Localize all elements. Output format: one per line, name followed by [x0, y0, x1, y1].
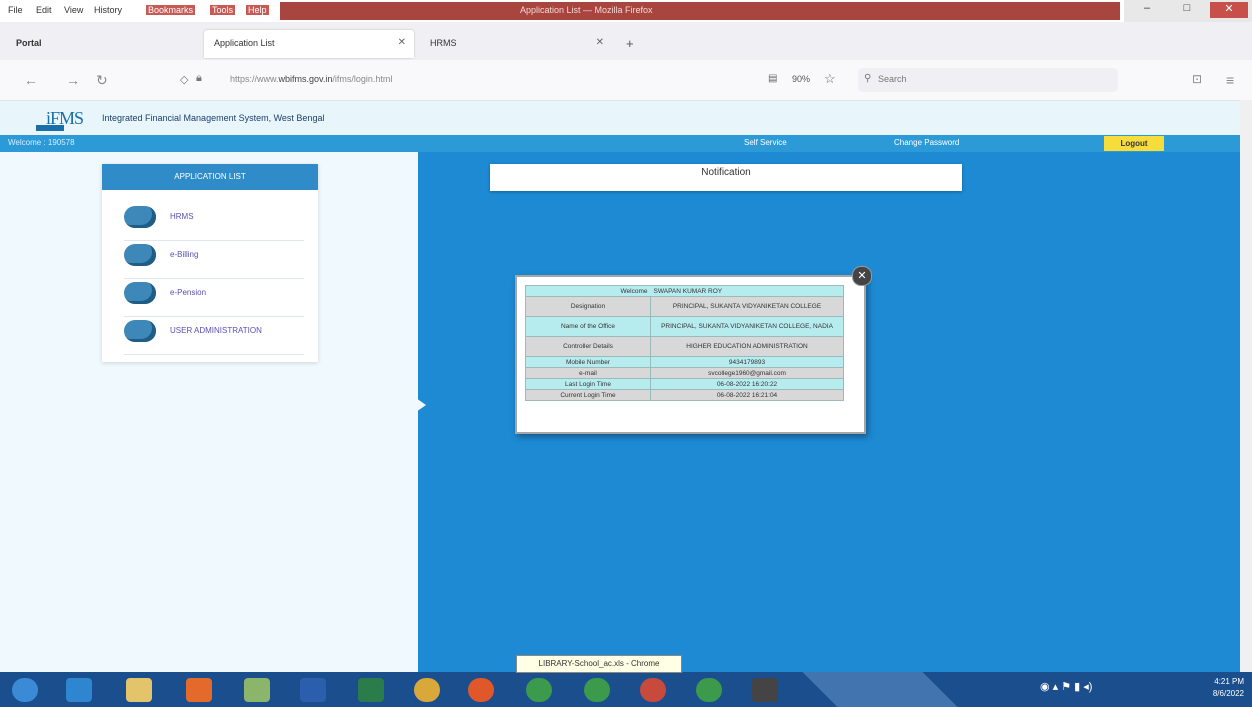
app-item-label: e-Billing	[170, 250, 199, 259]
menu-view[interactable]: View	[64, 5, 83, 15]
table-row: Designation PRINCIPAL, SUKANTA VIDYANIKE…	[525, 296, 844, 317]
address-bar[interactable]: ◇ 🔒︎ https://www.wbifms.gov.in/ifms/logi…	[180, 68, 740, 92]
search-icon: ⚲	[864, 73, 872, 84]
notification-box: Notification	[490, 164, 962, 191]
maximize-button[interactable]: □	[1168, 2, 1206, 18]
window-title-bar: Application List — Mozilla Firefox	[280, 2, 1120, 20]
tab-label: Portal	[16, 38, 42, 48]
paint-icon[interactable]	[244, 678, 270, 702]
app-item-hrms[interactable]: HRMS	[124, 204, 304, 241]
self-service-link[interactable]: Self Service	[744, 138, 787, 147]
menu-help[interactable]: Help	[246, 5, 269, 15]
app-bubble-icon	[124, 320, 156, 342]
zoom-level[interactable]: 90%	[792, 74, 810, 84]
app-header: iFMS Integrated Financial Management Sys…	[0, 101, 1252, 135]
app-window-icon[interactable]	[752, 678, 778, 702]
notification-title: Notification	[701, 167, 751, 178]
panel-pointer	[416, 398, 426, 412]
search-placeholder: Search	[878, 74, 907, 84]
menu-history[interactable]: History	[94, 5, 122, 15]
shield-icon: ◇	[180, 74, 189, 86]
table-row: Mobile Number 9434179893	[525, 356, 844, 368]
clock-date: 8/6/2022	[1212, 689, 1244, 698]
app-bubble-icon	[124, 244, 156, 266]
app-item-epension[interactable]: e-Pension	[124, 280, 304, 317]
chrome-icon[interactable]	[414, 678, 440, 702]
chrome-window-icon[interactable]	[584, 678, 610, 702]
logout-button[interactable]: Logout	[1104, 136, 1164, 151]
start-button-icon[interactable]	[12, 678, 38, 702]
firefox-icon[interactable]	[468, 678, 494, 702]
change-password-link[interactable]: Change Password	[894, 138, 959, 147]
system-tray[interactable]: ◉ ▴ ⚑ ▮ ◂)	[1040, 680, 1092, 693]
user-bar: Welcome : 190578 Self Service Change Pas…	[0, 135, 1252, 152]
window-title: Application List — Mozilla Firefox	[520, 5, 653, 15]
table-row: e-mail svcollege1960@gmail.com	[525, 367, 844, 379]
close-tab-icon[interactable]: ✕	[596, 37, 604, 48]
menu-tools[interactable]: Tools	[210, 5, 236, 15]
app-item-user-administration[interactable]: USER ADMINISTRATION	[124, 318, 304, 355]
app-item-label: HRMS	[170, 212, 194, 221]
tab-application-list[interactable]: Application List ✕	[204, 30, 414, 58]
close-window-button[interactable]: ✕	[1210, 2, 1248, 18]
taskbar-clock[interactable]: 4:21 PM 8/6/2022	[1200, 676, 1244, 700]
table-row: Controller Details HIGHER EDUCATION ADMI…	[525, 336, 844, 357]
tab-label: HRMS	[430, 38, 457, 48]
menu-file[interactable]: File	[8, 5, 23, 15]
chrome-window-icon[interactable]	[696, 678, 722, 702]
taskbar-tooltip: LIBRARY-School_ac.xls - Chrome	[516, 655, 682, 673]
excel-icon[interactable]	[358, 678, 384, 702]
table-row: Name of the Office PRINCIPAL, SUKANTA VI…	[525, 316, 844, 337]
chrome-window-icon[interactable]	[526, 678, 552, 702]
word-icon[interactable]	[300, 678, 326, 702]
application-list-heading: APPLICATION LIST	[102, 164, 318, 190]
forward-button[interactable]: →	[66, 72, 80, 88]
back-button[interactable]: ←	[24, 72, 38, 88]
navigation-bar: ← → ↻ ◇ 🔒︎ https://www.wbifms.gov.in/ifm…	[0, 60, 1252, 101]
reader-view-icon[interactable]: ▤	[768, 73, 777, 84]
chrome-window-icon[interactable]	[640, 678, 666, 702]
app-bubble-icon	[124, 282, 156, 304]
user-info-popup: Welcome SWAPAN KUMAR ROY Designation PRI…	[515, 275, 866, 434]
ifms-logo: iFMS	[28, 108, 98, 132]
menu-bookmarks[interactable]: Bookmarks	[146, 5, 196, 15]
media-player-icon[interactable]	[186, 678, 212, 702]
table-row: Welcome SWAPAN KUMAR ROY	[525, 285, 844, 297]
tab-bar: Portal Application List ✕ HRMS ✕ +	[0, 22, 1252, 61]
application-list-panel: APPLICATION LIST HRMS e-Billing e-Pensio…	[102, 164, 318, 362]
menu-edit[interactable]: Edit	[36, 5, 52, 15]
file-explorer-icon[interactable]	[126, 678, 152, 702]
app-item-ebilling[interactable]: e-Billing	[124, 242, 304, 279]
tab-hrms[interactable]: HRMS ✕	[420, 30, 620, 58]
hamburger-menu-icon[interactable]: ≡	[1226, 72, 1234, 88]
window-controls: – □ ✕	[1124, 0, 1252, 22]
bookmark-star-icon[interactable]: ☆	[824, 71, 836, 87]
close-tab-icon[interactable]: ✕	[398, 37, 406, 48]
user-info-table: Welcome SWAPAN KUMAR ROY Designation PRI…	[525, 285, 844, 401]
reload-button[interactable]: ↻	[96, 72, 108, 89]
pocket-icon[interactable]: ⊡	[1192, 72, 1202, 86]
tab-portal[interactable]: Portal	[6, 30, 196, 58]
url-text: https://www.wbifms.gov.in/ifms/login.htm…	[230, 74, 393, 84]
popup-close-button[interactable]: ✕	[852, 266, 872, 286]
page-scrollbar[interactable]	[1240, 100, 1252, 672]
lock-icon: 🔒︎	[196, 72, 202, 84]
tab-label: Application List	[214, 38, 275, 48]
app-item-label: USER ADMINISTRATION	[170, 326, 262, 335]
app-item-label: e-Pension	[170, 288, 207, 297]
search-box[interactable]: ⚲ Search	[858, 68, 1118, 92]
minimize-button[interactable]: –	[1128, 2, 1166, 18]
clock-time: 4:21 PM	[1214, 677, 1244, 686]
app-title: Integrated Financial Management System, …	[102, 113, 325, 123]
new-tab-button[interactable]: +	[626, 36, 634, 51]
table-row: Current Login Time 06-08-2022 16:21:04	[525, 389, 844, 401]
internet-explorer-icon[interactable]	[66, 678, 92, 702]
app-bubble-icon	[124, 206, 156, 228]
welcome-text: Welcome : 190578	[8, 138, 75, 147]
table-row: Last Login Time 06-08-2022 16:20:22	[525, 378, 844, 390]
